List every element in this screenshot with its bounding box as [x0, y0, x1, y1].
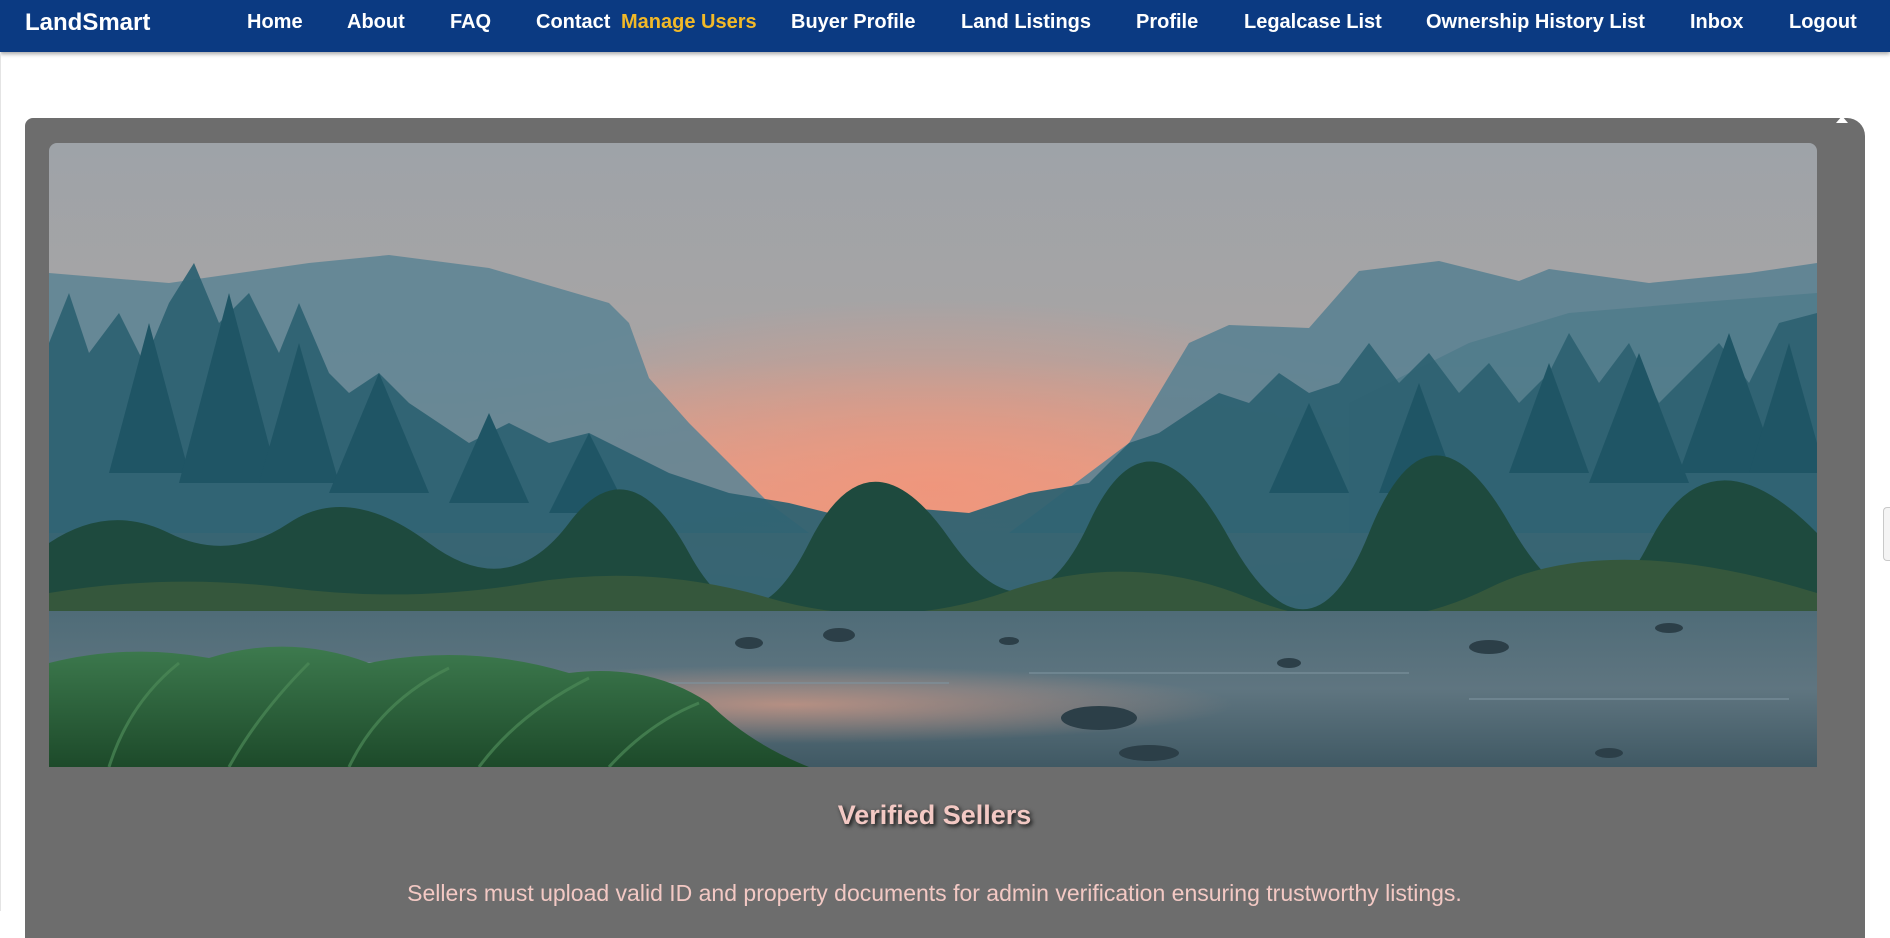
- nav-legalcase-list[interactable]: Legalcase List: [1244, 11, 1382, 34]
- card-corner-notch: [1836, 116, 1848, 123]
- feature-card-verified-sellers: Verified Sellers Sellers must upload val…: [25, 118, 1865, 938]
- nav-profile[interactable]: Profile: [1136, 11, 1198, 34]
- nav-manage-users[interactable]: Manage Users: [621, 11, 757, 34]
- hero-image: [49, 143, 1817, 767]
- landscape-illustration: [49, 143, 1817, 767]
- nav-ownership-history-list[interactable]: Ownership History List: [1426, 11, 1645, 34]
- nav-land-listings[interactable]: Land Listings: [961, 11, 1091, 34]
- side-scroll-tab[interactable]: [1883, 507, 1890, 561]
- brand-logo[interactable]: LandSmart: [25, 9, 150, 37]
- nav-contact[interactable]: Contact: [536, 11, 610, 34]
- card-description: Sellers must upload valid ID and propert…: [407, 880, 1462, 906]
- nav-inbox[interactable]: Inbox: [1690, 11, 1743, 34]
- nav-logout[interactable]: Logout: [1789, 11, 1857, 34]
- nav-home[interactable]: Home: [247, 11, 303, 34]
- page-left-border: [0, 52, 1, 911]
- nav-about[interactable]: About: [347, 11, 405, 34]
- top-navbar: LandSmart Home About FAQ Contact Manage …: [0, 0, 1890, 52]
- card-title: Verified Sellers: [837, 800, 1032, 830]
- nav-faq[interactable]: FAQ: [450, 11, 491, 34]
- nav-buyer-profile[interactable]: Buyer Profile: [791, 11, 915, 34]
